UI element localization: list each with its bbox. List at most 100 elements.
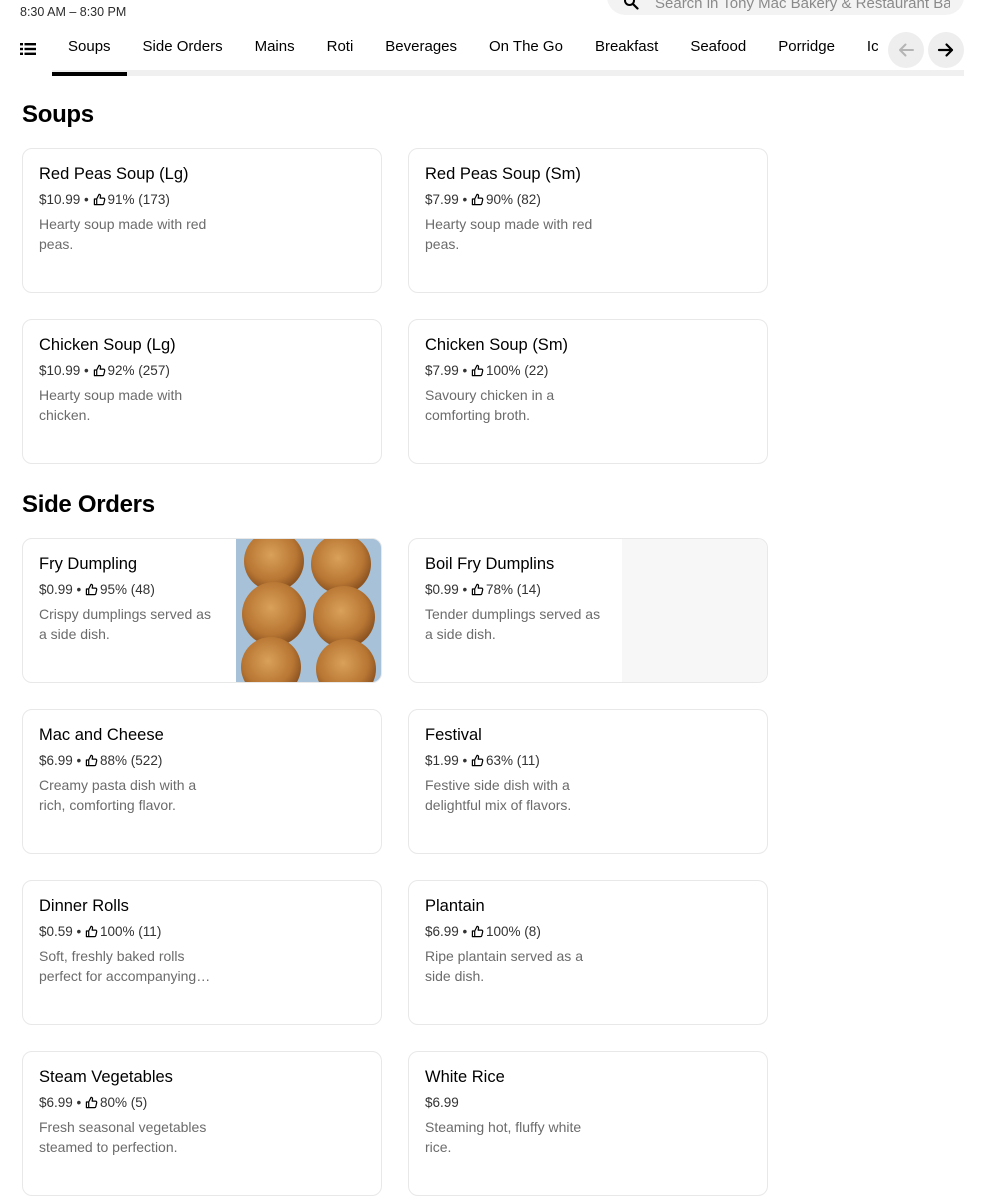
item-rating: 100% (8) bbox=[486, 924, 541, 939]
tab-porridge[interactable]: Porridge bbox=[762, 28, 851, 76]
item-price: $0.99 bbox=[425, 582, 459, 597]
menu-item-card[interactable]: Red Peas Soup (Lg) $10.99 • 91% (173) Hear… bbox=[22, 148, 382, 293]
tab-on-the-go[interactable]: On The Go bbox=[473, 28, 579, 76]
item-name: Red Peas Soup (Sm) bbox=[425, 165, 581, 183]
scroll-left-button[interactable] bbox=[888, 32, 924, 68]
separator-dot: • bbox=[458, 753, 472, 768]
item-name: Steam Vegetables bbox=[39, 1068, 173, 1086]
tab-roti[interactable]: Roti bbox=[311, 28, 370, 76]
item-rating: 78% (14) bbox=[486, 582, 541, 597]
menu-item-card[interactable]: Mac and Cheese $6.99 • 88% (522) Creamy pa… bbox=[22, 709, 382, 854]
thumbs-up-icon bbox=[471, 925, 484, 938]
item-name: Festival bbox=[425, 726, 482, 744]
search-input[interactable]: Search in Tony Mac Bakery & Restaurant B… bbox=[655, 0, 950, 12]
separator-dot: • bbox=[72, 753, 86, 768]
menu-item-card[interactable]: Boil Fry Dumplins $0.99 • 78% (14) Tender … bbox=[408, 538, 768, 683]
item-description: Savoury chicken in a comforting broth. bbox=[425, 387, 555, 423]
separator-dot: • bbox=[80, 192, 93, 207]
item-description: Festive side dish with a delightful mix … bbox=[425, 777, 572, 813]
item-price: $6.99 bbox=[425, 924, 459, 939]
item-price: $10.99 bbox=[39, 192, 81, 207]
thumbs-up-icon bbox=[471, 754, 484, 767]
item-name: Plantain bbox=[425, 897, 485, 915]
item-meta: $0.99 • 95% (48) bbox=[39, 582, 155, 597]
item-rating: 88% (522) bbox=[100, 753, 163, 768]
item-name: White Rice bbox=[425, 1068, 505, 1086]
separator-dot: • bbox=[72, 1095, 86, 1110]
arrow-right-icon bbox=[937, 43, 954, 57]
item-name: Chicken Soup (Sm) bbox=[425, 336, 569, 354]
menu-item-card[interactable]: Chicken Soup (Lg) $10.99 • 92% (257) Heart… bbox=[22, 319, 382, 464]
item-name: Chicken Soup (Lg) bbox=[39, 336, 176, 354]
thumbs-up-icon bbox=[93, 193, 105, 206]
item-price: $6.99 bbox=[39, 1095, 73, 1110]
menu-item-card[interactable]: Red Peas Soup (Sm) $7.99 • 90% (82) Hearty… bbox=[408, 148, 768, 293]
item-meta: $10.99 • 91% (173) bbox=[39, 192, 170, 207]
menu-item-card[interactable]: Fry Dumpling $0.99 • 95% (48) Crispy dumpl… bbox=[22, 538, 382, 683]
item-meta: $0.59 • 100% (11) bbox=[39, 924, 161, 939]
item-description: Creamy pasta dish with a rich, comfortin… bbox=[39, 777, 197, 813]
item-meta: $6.99 • 88% (522) bbox=[39, 753, 162, 768]
item-meta: $7.99 • 100% (22) bbox=[425, 363, 548, 378]
tab-beverages[interactable]: Beverages bbox=[369, 28, 473, 76]
store-hours: 8:30 AM – 8:30 PM bbox=[20, 5, 127, 19]
thumbs-up-icon bbox=[93, 364, 105, 377]
thumbs-up-icon bbox=[471, 364, 484, 377]
tab-side-orders[interactable]: Side Orders bbox=[127, 28, 239, 76]
item-rating: 80% (5) bbox=[100, 1095, 148, 1110]
item-description: Soft, freshly baked rolls perfect for ac… bbox=[39, 948, 197, 984]
menu-item-card[interactable]: Plantain $6.99 • 100% (8) Ripe plantain se… bbox=[408, 880, 768, 1025]
category-tab-bar: Soups Side Orders Mains Roti Beverages On The… bbox=[0, 28, 964, 76]
menu-item-card[interactable]: Chicken Soup (Sm) $7.99 • 100% (22) Savour… bbox=[408, 319, 768, 464]
thumbs-up-icon bbox=[85, 754, 98, 767]
arrow-left-icon bbox=[899, 43, 914, 57]
item-meta: $10.99 • 92% (257) bbox=[39, 363, 170, 378]
item-meta: $1.99 • 63% (11) bbox=[425, 753, 540, 768]
section-title-side-orders: Side Orders bbox=[22, 491, 155, 518]
item-description: Tender dumplings served as a side dish. bbox=[425, 606, 601, 642]
item-rating: 91% (173) bbox=[107, 192, 170, 207]
tab-ic[interactable]: Ic bbox=[851, 28, 878, 76]
scroll-right-button[interactable] bbox=[928, 32, 964, 68]
item-meta: $0.99 • 78% (14) bbox=[425, 582, 541, 597]
item-description: Fresh seasonal vegetables steamed to per… bbox=[39, 1119, 207, 1155]
item-price: $7.99 bbox=[425, 192, 459, 207]
item-description: Crispy dumplings served as a side dish. bbox=[39, 606, 211, 642]
item-description: Hearty soup made with chicken. bbox=[39, 387, 183, 423]
item-rating: 95% (48) bbox=[100, 582, 155, 597]
menu-item-card[interactable]: White Rice $6.99 Steaming hot, fluffy whit… bbox=[408, 1051, 768, 1196]
thumbs-up-icon bbox=[85, 1096, 98, 1109]
item-price: $6.99 bbox=[39, 753, 73, 768]
item-price: $0.99 bbox=[39, 582, 73, 597]
item-name: Dinner Rolls bbox=[39, 897, 129, 915]
tab-mains[interactable]: Mains bbox=[239, 28, 311, 76]
item-description: Hearty soup made with red peas. bbox=[425, 216, 593, 252]
item-rating: 90% (82) bbox=[486, 192, 541, 207]
tab-seafood[interactable]: Seafood bbox=[674, 28, 762, 76]
separator-dot: • bbox=[458, 192, 472, 207]
separator-dot: • bbox=[80, 363, 93, 378]
item-rating: 92% (257) bbox=[107, 363, 170, 378]
search-icon bbox=[624, 0, 639, 10]
item-image bbox=[236, 539, 381, 682]
tabs-list: Soups Side Orders Mains Roti Beverages On The… bbox=[52, 28, 878, 76]
separator-dot: • bbox=[72, 582, 86, 597]
item-price: $6.99 bbox=[425, 1095, 459, 1110]
item-image-placeholder bbox=[622, 539, 767, 682]
item-meta: $7.99 • 90% (82) bbox=[425, 192, 541, 207]
item-price: $10.99 bbox=[39, 363, 81, 378]
thumbs-up-icon bbox=[85, 583, 98, 596]
menu-item-card[interactable]: Steam Vegetables $6.99 • 80% (5) Fresh sea… bbox=[22, 1051, 382, 1196]
tabs-scroller: Soups Side Orders Mains Roti Beverages On The… bbox=[52, 28, 878, 76]
search-bar[interactable]: Search in Tony Mac Bakery & Restaurant B… bbox=[607, 0, 964, 15]
list-icon[interactable] bbox=[20, 42, 36, 56]
item-description: Hearty soup made with red peas. bbox=[39, 216, 207, 252]
menu-item-card[interactable]: Festival $1.99 • 63% (11) Festive side dis… bbox=[408, 709, 768, 854]
item-name: Fry Dumpling bbox=[39, 555, 138, 573]
tab-breakfast[interactable]: Breakfast bbox=[579, 28, 674, 76]
tab-soups[interactable]: Soups bbox=[52, 28, 127, 76]
item-rating: 100% (22) bbox=[486, 363, 549, 378]
section-title-soups: Soups bbox=[22, 101, 94, 128]
item-meta: $6.99 • 80% (5) bbox=[39, 1095, 147, 1110]
menu-item-card[interactable]: Dinner Rolls $0.59 • 100% (11) Soft, fresh… bbox=[22, 880, 382, 1025]
